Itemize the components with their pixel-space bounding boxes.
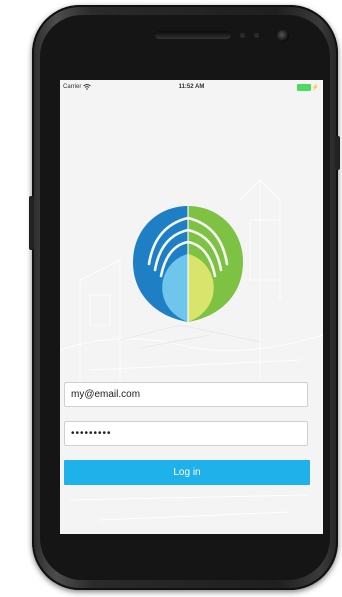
status-bar: Carrier 11:52 AM ⚡ bbox=[60, 80, 323, 96]
earpiece-speaker bbox=[155, 31, 231, 39]
charging-icon: ⚡ bbox=[311, 84, 319, 91]
power-button bbox=[335, 136, 340, 170]
email-field[interactable]: my@email.com bbox=[64, 382, 308, 407]
battery-level bbox=[296, 84, 311, 91]
battery-icon: ⚡ bbox=[296, 84, 319, 91]
login-button[interactable]: Log in bbox=[64, 460, 310, 485]
front-camera bbox=[277, 30, 289, 42]
proximity-sensor bbox=[240, 33, 245, 38]
light-sensor bbox=[254, 33, 259, 38]
app-screen: Carrier 11:52 AM ⚡ my@email.com ••••••••… bbox=[60, 80, 323, 534]
status-time: 11:52 AM bbox=[178, 84, 205, 90]
password-field[interactable]: ••••••••• bbox=[64, 421, 308, 446]
app-logo-icon bbox=[133, 206, 243, 322]
volume-button bbox=[29, 196, 34, 250]
phone-chin bbox=[60, 534, 323, 574]
